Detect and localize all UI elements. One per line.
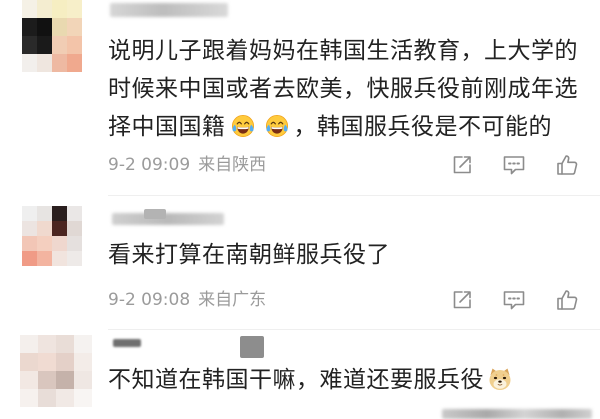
tears-of-joy-icon [265,114,289,138]
comment-text-part: 不知道在韩国干嘛，难道还要服兵役 [108,367,484,393]
comment-icon [503,291,525,310]
comment-location: 来自广东 [198,290,267,310]
comment-time: 9-2 09:09 [108,155,191,175]
share-button[interactable] [451,154,473,176]
comment-divider [108,195,600,196]
comment-button[interactable] [502,154,526,176]
tears-of-joy-icon [231,114,255,138]
comment-button[interactable] [502,289,526,311]
avatar[interactable] [22,206,82,266]
comment-text: 说明儿子跟着妈妈在韩国生活教育，上大学的时候来中国或者去欧美，快服兵役前刚成年选… [108,32,582,146]
comment-text-part: ，韩国服兵役是不可能的 [293,114,552,140]
comment-divider [108,329,600,330]
share-icon [453,156,471,174]
share-button[interactable] [451,289,473,311]
comment-text: 看来打算在南朝鲜服兵役了 [108,236,390,274]
thumbs-up-icon [557,155,578,175]
comment-location: 来自陕西 [198,155,267,175]
username-mosaic [240,336,264,358]
username-mosaic [144,209,166,219]
comment-text: 不知道在韩国干嘛，难道还要服兵役 [108,361,513,399]
comment-meta: 9-2 09:09 来自陕西 [108,154,266,176]
comment-time: 9-2 09:08 [108,290,191,310]
doge-icon [487,366,513,392]
like-button[interactable] [555,153,579,177]
like-button[interactable] [555,288,579,312]
comment-meta: 9-2 09:08 来自广东 [108,289,266,311]
comment-icon [503,156,525,175]
avatar[interactable] [22,0,82,72]
thumbs-up-icon [557,290,578,310]
username[interactable] [112,213,224,225]
username[interactable] [110,3,228,17]
comment-text-part: 看来打算在南朝鲜服兵役了 [108,242,390,268]
truncated-content [442,409,592,419]
share-icon [453,291,471,309]
username[interactable] [113,339,141,347]
avatar[interactable] [20,335,92,407]
